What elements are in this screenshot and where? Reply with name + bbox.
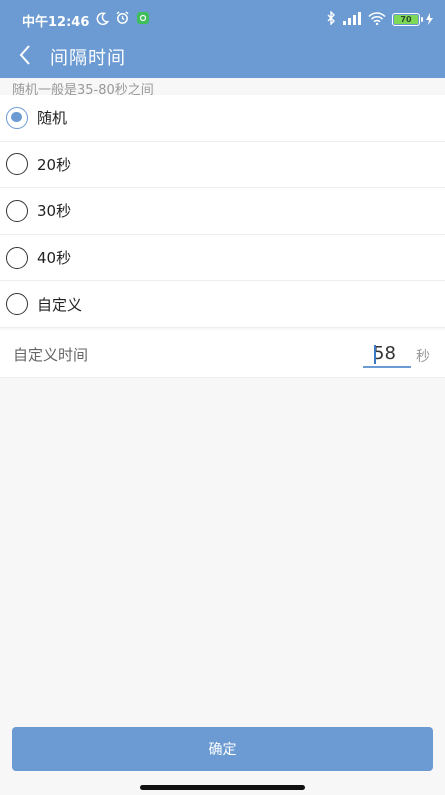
battery-level: 70	[394, 15, 418, 24]
back-button[interactable]	[10, 42, 40, 72]
option-40s[interactable]: 40秒	[0, 235, 445, 282]
option-label: 30秒	[37, 202, 72, 221]
option-label: 20秒	[37, 155, 72, 174]
chevron-left-icon	[18, 44, 32, 70]
custom-time-label: 自定义时间	[13, 346, 89, 364]
option-label: 40秒	[37, 249, 72, 268]
radio-button-checked[interactable]	[6, 106, 28, 129]
option-30s[interactable]: 30秒	[0, 188, 445, 235]
radio-button[interactable]	[6, 246, 28, 269]
signal-icon	[342, 10, 362, 29]
interval-options-list: 随机 20秒 30秒 40秒 自定义	[0, 95, 445, 328]
wifi-icon	[368, 10, 386, 29]
alarm-icon	[115, 10, 130, 29]
radio-button[interactable]	[6, 199, 28, 222]
custom-time-input[interactable]	[363, 340, 411, 368]
radio-button[interactable]	[6, 153, 28, 176]
moon-icon	[96, 10, 110, 29]
app-notification-icon	[136, 10, 150, 29]
nav-bar: 间隔时间	[0, 38, 445, 78]
bluetooth-icon	[326, 10, 336, 29]
page-title: 间隔时间	[50, 48, 126, 69]
text-cursor	[374, 345, 376, 364]
option-20s[interactable]: 20秒	[0, 142, 445, 189]
option-custom[interactable]: 自定义	[0, 281, 445, 328]
confirm-button[interactable]: 确定	[12, 727, 433, 771]
charging-icon	[426, 10, 433, 29]
battery-icon: 70	[392, 13, 423, 26]
option-label: 随机	[37, 109, 68, 128]
option-label: 自定义	[37, 295, 83, 314]
custom-time-row: 自定义时间 秒	[0, 330, 445, 378]
status-time: 中午12:46	[22, 15, 90, 30]
option-random[interactable]: 随机	[0, 95, 445, 142]
custom-time-unit: 秒	[416, 349, 430, 365]
app-header: 中午12:46 70 间隔时间	[0, 0, 445, 78]
radio-button[interactable]	[6, 293, 28, 316]
status-right-icons: 70	[326, 10, 433, 29]
status-bar: 中午12:46 70	[0, 0, 445, 38]
home-indicator	[140, 785, 305, 790]
status-left-icons	[96, 10, 150, 29]
